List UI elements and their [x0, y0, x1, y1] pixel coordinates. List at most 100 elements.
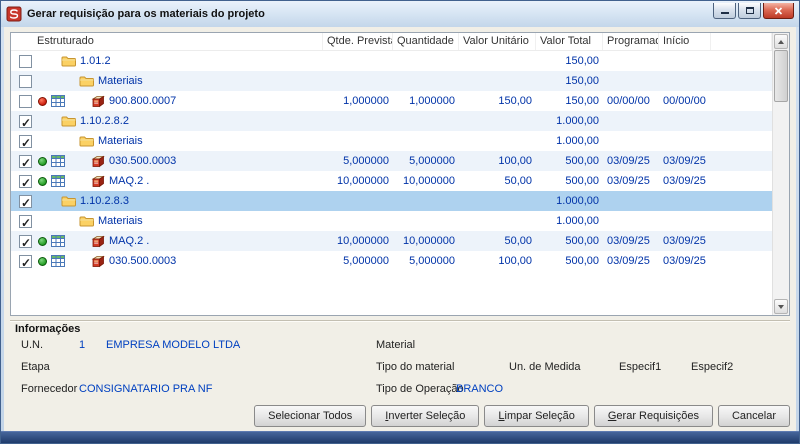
cell-valor_unitario: [459, 111, 536, 131]
arrow-up-icon: [778, 39, 784, 44]
column-header-valor_unitario[interactable]: Valor Unitário: [459, 33, 536, 50]
un-name-value: EMPRESA MODELO LTDA: [106, 339, 241, 351]
cell-qtde_prevista: 1,000000: [343, 95, 389, 107]
vertical-scrollbar[interactable]: [772, 33, 789, 315]
row-checkbox[interactable]: [19, 94, 32, 108]
scroll-down-button[interactable]: [774, 299, 788, 314]
cell-valor_total: 1.000,00: [556, 135, 599, 147]
cell-filler: [711, 111, 772, 131]
maximize-button[interactable]: [738, 3, 761, 19]
table-row[interactable]: 1.10.2.8.3 1.000,00: [11, 191, 772, 211]
row-label: 900.800.0007: [109, 95, 177, 107]
table-row[interactable]: MAQ.2 . 10,000000 10,000000 50,00 500,00 03/0…: [11, 231, 772, 251]
table-row[interactable]: 1.10.2.8.2 1.000,00: [11, 111, 772, 131]
row-checkbox[interactable]: [19, 153, 32, 171]
material-icon: [91, 255, 105, 268]
cell-programada: [603, 51, 659, 71]
row-checkbox[interactable]: [19, 54, 32, 68]
section-divider: [10, 320, 790, 322]
row-checkbox[interactable]: [19, 74, 32, 88]
row-checkbox[interactable]: [19, 253, 32, 271]
row-checkbox[interactable]: [19, 193, 32, 211]
table-row[interactable]: 900.800.0007 1,000000 1,000000 150,00 150,00…: [11, 91, 772, 111]
schedule-grid-icon: [51, 155, 65, 167]
cell-inicio: 00/00/00: [663, 95, 706, 107]
table-row[interactable]: 1.01.2 150,00: [11, 51, 772, 71]
app-icon: [6, 6, 22, 22]
cell-quantidade: 5,000000: [409, 255, 455, 267]
row-checkbox[interactable]: [19, 233, 32, 251]
cell-inicio: 03/09/25: [663, 175, 706, 187]
schedule-grid-icon: [51, 175, 65, 187]
cell-valor_unitario: [459, 191, 536, 211]
cell-inicio: [659, 211, 711, 231]
cell-quantidade: 1,000000: [409, 95, 455, 107]
cell-programada: [603, 191, 659, 211]
cell-valor_unitario: [459, 211, 536, 231]
column-header-programada[interactable]: Programada: [603, 33, 659, 50]
cell-estruturado: 030.500.0003: [11, 151, 323, 171]
cell-quantidade: [393, 111, 459, 131]
row-checkbox[interactable]: [19, 213, 32, 231]
column-header-valor_total[interactable]: Valor Total: [536, 33, 603, 50]
table-row[interactable]: Materiais 1.000,00: [11, 211, 772, 231]
minimize-button[interactable]: [713, 3, 736, 19]
cell-programada: 03/09/25: [607, 255, 650, 267]
cell-valor_total: 500,00: [565, 175, 599, 187]
folder-icon: [61, 195, 76, 207]
column-header-estruturado[interactable]: Estruturado: [11, 33, 323, 50]
minimize-icon: [720, 12, 729, 14]
cell-qtde_prevista: 5,000000: [343, 255, 389, 267]
scroll-up-button[interactable]: [774, 34, 788, 49]
cancelar-button[interactable]: Cancelar: [717, 405, 790, 427]
cell-valor_unitario: 150,00: [498, 95, 532, 107]
cell-qtde_prevista: [323, 131, 393, 151]
row-label: MAQ.2 .: [109, 235, 150, 247]
table-row[interactable]: MAQ.2 . 10,000000 10,000000 50,00 500,00 03/0…: [11, 171, 772, 191]
folder-icon: [79, 135, 94, 147]
maximize-icon: [745, 7, 754, 14]
column-header-qtde_prevista[interactable]: Qtde. Prevista: [323, 33, 393, 50]
inverter-selecao-button[interactable]: Inverter Seleção: [371, 405, 480, 427]
cell-valor_unitario: 100,00: [498, 255, 532, 267]
cell-estruturado: 030.500.0003: [11, 251, 323, 271]
table-row[interactable]: Materiais 150,00: [11, 71, 772, 91]
cell-valor_total: 1.000,00: [556, 215, 599, 227]
gerar-requisicoes-button[interactable]: Gerar Requisições: [593, 405, 713, 427]
cell-valor_total: 150,00: [565, 75, 599, 87]
dialog-client-area: Estruturado Qtde. Prevista Quantidade Valor…: [4, 27, 796, 431]
cell-estruturado: 1.10.2.8.2: [11, 111, 323, 131]
especif2-label: Especif2: [691, 361, 734, 373]
cell-valor_unitario: [459, 131, 536, 151]
column-header-quantidade[interactable]: Quantidade: [393, 33, 459, 50]
column-header-inicio[interactable]: Início: [659, 33, 711, 50]
dialog-window: Gerar requisição para os materiais do pr…: [0, 0, 800, 444]
cell-quantidade: [393, 51, 459, 71]
row-checkbox[interactable]: [19, 113, 32, 131]
fornecedor-label: Fornecedor: [21, 383, 78, 395]
row-checkbox[interactable]: [19, 173, 32, 191]
dialog-button-row: Selecionar Todos Inverter Seleção Limpar S…: [10, 405, 790, 427]
row-label: 1.01.2: [80, 55, 111, 67]
cell-quantidade: 10,000000: [403, 235, 455, 247]
window-bottom-edge: [1, 431, 799, 443]
table-row[interactable]: Materiais 1.000,00: [11, 131, 772, 151]
schedule-grid-icon: [51, 235, 65, 247]
selecionar-todos-button[interactable]: Selecionar Todos: [254, 405, 367, 427]
table-row[interactable]: 030.500.0003 5,000000 5,000000 100,00 500,00…: [11, 151, 772, 171]
cell-estruturado: 900.800.0007: [11, 91, 323, 111]
cell-filler: [711, 251, 772, 271]
arrow-down-icon: [778, 304, 784, 309]
cell-estruturado: 1.01.2: [11, 51, 323, 71]
schedule-grid-icon: [51, 255, 65, 267]
cell-filler: [711, 191, 772, 211]
material-icon: [91, 235, 105, 248]
folder-icon: [61, 55, 76, 67]
cell-qtde_prevista: 10,000000: [337, 175, 389, 187]
scrollbar-thumb[interactable]: [774, 50, 788, 102]
close-button[interactable]: [763, 3, 794, 19]
table-row[interactable]: 030.500.0003 5,000000 5,000000 100,00 500,00…: [11, 251, 772, 271]
cell-inicio: 03/09/25: [663, 155, 706, 167]
row-checkbox[interactable]: [19, 133, 32, 151]
limpar-selecao-button[interactable]: Limpar Seleção: [484, 405, 589, 427]
